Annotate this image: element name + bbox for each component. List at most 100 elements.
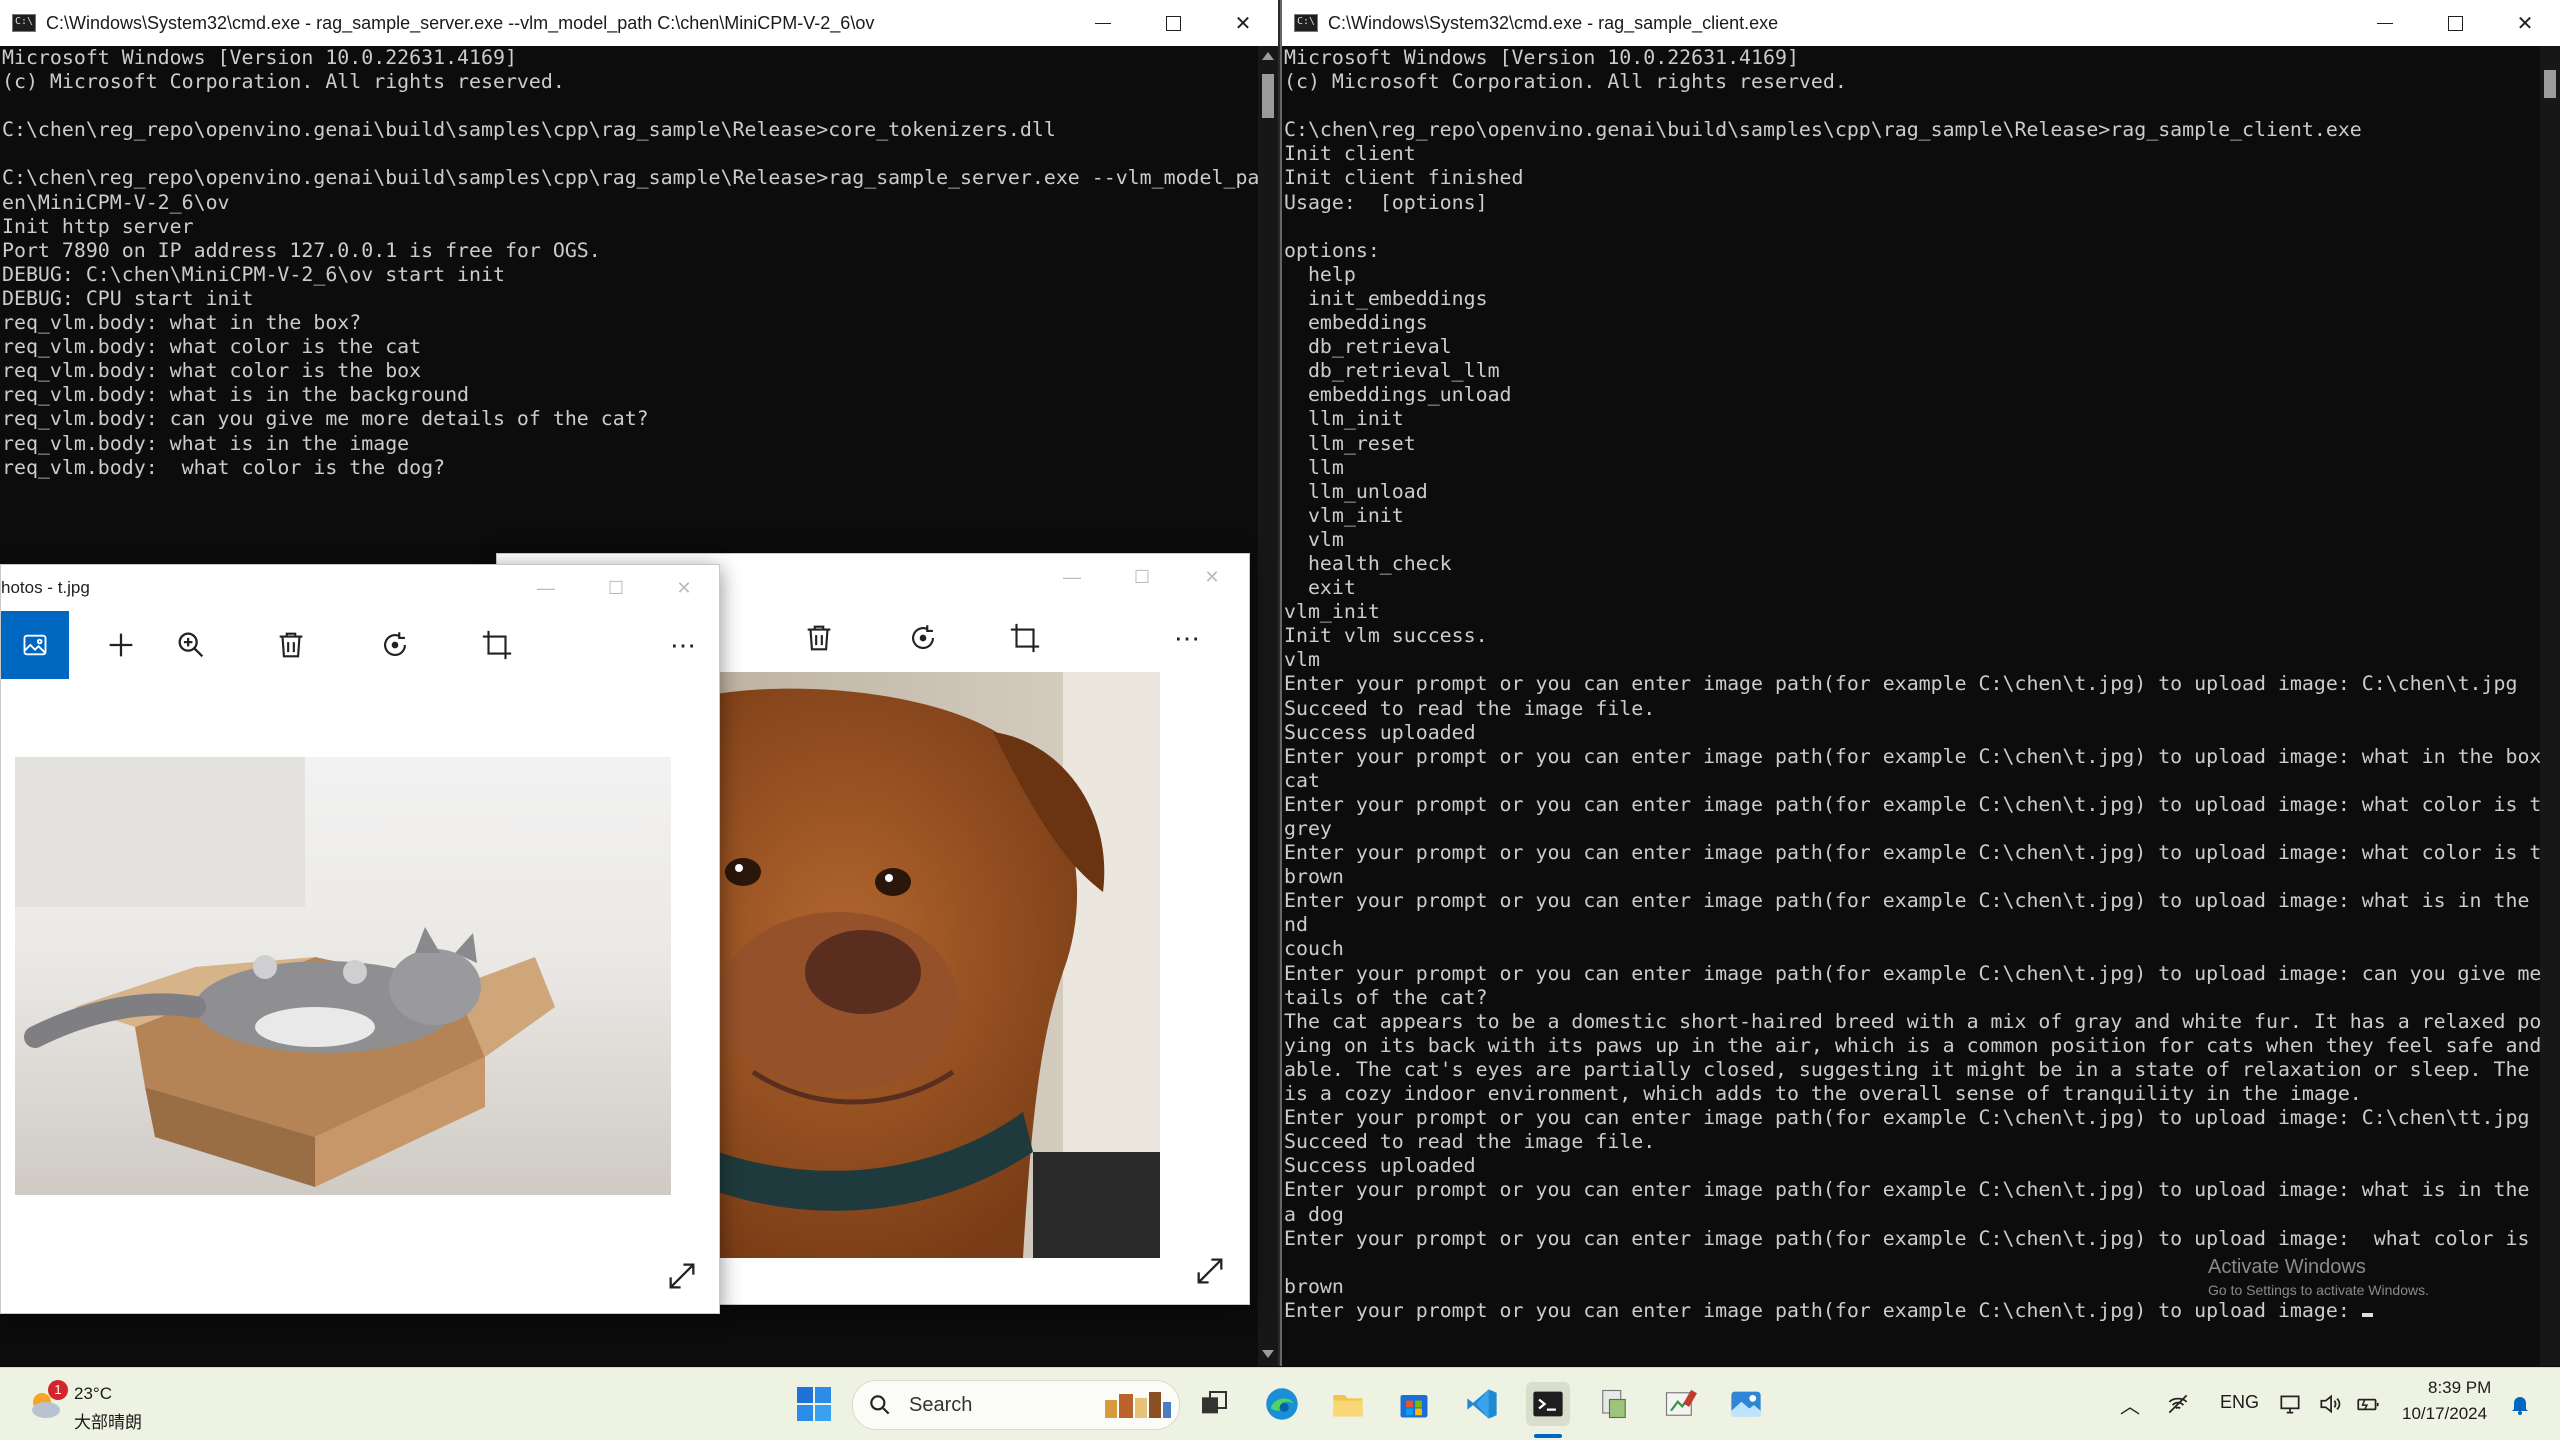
maximize-button[interactable]: ☐ (1107, 554, 1177, 600)
scroll-thumb[interactable] (2544, 70, 2556, 98)
delete-icon[interactable] (265, 619, 317, 671)
client-window-title: C:\Windows\System32\cmd.exe - rag_sample… (1328, 12, 1779, 33)
console-line: is a cozy indoor environment, which adds… (1284, 1082, 2362, 1106)
photos-window-cat[interactable]: hotos - t.jpg — ☐ ✕ ⋯ (0, 564, 720, 1314)
console-line: C:\chen\reg_repo\openvino.genai\build\sa… (2, 118, 1056, 142)
client-console-window[interactable]: C:\ C:\Windows\System32\cmd.exe - rag_sa… (1280, 0, 2560, 1366)
activate-windows-title: Activate Windows (2208, 1256, 2366, 1278)
console-line: Enter your prompt or you can enter image… (1284, 792, 2540, 816)
network-offline-icon[interactable] (2156, 1382, 2200, 1426)
client-console-output[interactable]: Microsoft Windows [Version 10.0.22631.41… (1282, 46, 2540, 1366)
more-options-icon[interactable]: ⋯ (1161, 612, 1213, 664)
task-view-icon[interactable] (1192, 1382, 1236, 1426)
console-line: init_embeddings (1284, 286, 1488, 310)
battery-icon[interactable] (2346, 1382, 2390, 1426)
console-line: Succeed to read the image file. (1284, 696, 1656, 720)
console-line: Port 7890 on IP address 127.0.0.1 is fre… (2, 238, 601, 262)
notification-badge: 1 (48, 1380, 68, 1400)
gallery-button[interactable] (1, 611, 69, 679)
console-line: req_vlm.body: what is in the background (2, 383, 470, 407)
rotate-icon[interactable] (897, 612, 949, 664)
server-scrollbar[interactable] (1258, 46, 1278, 1366)
scroll-up-arrow[interactable] (1262, 52, 1274, 60)
close-button[interactable]: ✕ (1177, 554, 1247, 600)
minimize-button[interactable]: — (511, 565, 581, 611)
search-icon (870, 1395, 890, 1415)
console-line: help (1284, 262, 1356, 286)
close-button[interactable]: ✕ (649, 565, 719, 611)
activate-windows-subtitle[interactable]: Go to Settings to activate Windows. (2208, 1282, 2429, 1298)
console-line: llm_init (1284, 407, 1404, 431)
console-line: embeddings_unload (1284, 383, 1512, 407)
console-line: vlm_init (1284, 503, 1404, 527)
console-line: C:\chen\reg_repo\openvino.genai\build\sa… (1284, 118, 2362, 142)
edge-browser-icon[interactable] (1260, 1382, 1304, 1426)
vscode-icon[interactable] (1460, 1382, 1504, 1426)
paint-icon[interactable] (1658, 1382, 1702, 1426)
taskbar-search-box[interactable]: Search (852, 1380, 1180, 1430)
file-explorer-icon[interactable] (1326, 1382, 1370, 1426)
server-window-title: C:\Windows\System32\cmd.exe - rag_sample… (46, 12, 875, 33)
console-line: Enter your prompt or you can enter image… (1284, 1178, 2540, 1202)
console-line: Init vlm success. (1284, 624, 1488, 648)
cat-photo (15, 757, 671, 1195)
console-line: able. The cat's eyes are partially close… (1284, 1057, 2540, 1081)
console-line: brown (1284, 865, 1344, 889)
server-title-bar[interactable]: C:\ C:\Windows\System32\cmd.exe - rag_sa… (0, 0, 1278, 46)
maximize-button[interactable] (1138, 0, 1208, 46)
client-title-bar[interactable]: C:\ C:\Windows\System32\cmd.exe - rag_sa… (1282, 0, 2560, 46)
crop-icon[interactable] (999, 612, 1051, 664)
start-button[interactable] (792, 1382, 836, 1426)
console-line: req_vlm.body: what color is the cat (2, 335, 422, 359)
crop-icon[interactable] (471, 619, 523, 671)
minimize-button[interactable] (2350, 0, 2420, 46)
terminal-active-indicator (1534, 1434, 1562, 1438)
expand-icon[interactable] (665, 1259, 699, 1293)
expand-icon[interactable] (1193, 1254, 1227, 1288)
console-line: vlm_init (1284, 600, 1380, 624)
add-icon[interactable] (95, 619, 147, 671)
more-options-icon[interactable]: ⋯ (657, 619, 709, 671)
client-scrollbar[interactable] (2540, 46, 2560, 1366)
scroll-thumb[interactable] (1262, 74, 1274, 118)
console-line: Enter your prompt or you can enter image… (1284, 1106, 2530, 1130)
windows-logo-icon (797, 1387, 831, 1421)
show-hidden-icons-chevron-icon[interactable]: ︿ (2108, 1382, 2152, 1426)
console-line: (c) Microsoft Corporation. All rights re… (2, 70, 565, 94)
console-line: llm_unload (1284, 479, 1428, 503)
console-line: exit (1284, 576, 1356, 600)
console-line: db_retrieval_llm (1284, 359, 1500, 383)
scroll-down-arrow[interactable] (1262, 1350, 1274, 1358)
input-language[interactable]: ENG (2220, 1392, 2259, 1413)
console-line: The cat appears to be a domestic short-h… (1284, 1009, 2540, 1033)
close-button[interactable]: ✕ (1208, 0, 1278, 46)
notification-bell-icon[interactable] (2498, 1382, 2542, 1426)
maximize-button[interactable] (2420, 0, 2490, 46)
zoom-in-icon[interactable] (165, 619, 217, 671)
maximize-button[interactable]: ☐ (581, 565, 651, 611)
minimize-button[interactable]: — (1037, 554, 1107, 600)
rotate-icon[interactable] (369, 619, 421, 671)
minimize-button[interactable] (1068, 0, 1138, 46)
close-button[interactable]: ✕ (2490, 0, 2560, 46)
photos-app-icon[interactable] (1724, 1382, 1768, 1426)
console-line: health_check (1284, 551, 1452, 575)
console-line: req_vlm.body: what in the box? (2, 311, 362, 335)
terminal-icon[interactable] (1526, 1382, 1570, 1426)
clock-time[interactable]: 8:39 PM (2428, 1378, 2491, 1398)
delete-icon[interactable] (793, 612, 845, 664)
image-icon (23, 634, 47, 656)
console-line: Success uploaded (1284, 720, 1476, 744)
console-line: options: (1284, 238, 1380, 262)
console-line: Usage: [options] (1284, 190, 1488, 214)
microsoft-store-icon[interactable] (1392, 1382, 1436, 1426)
weather-widget[interactable]: 1 23°C 大部晴朗 (22, 1378, 172, 1432)
console-line: llm (1284, 455, 1344, 479)
installer-icon[interactable] (1592, 1382, 1636, 1426)
screen-icon[interactable] (2268, 1382, 2312, 1426)
console-line: Enter your prompt or you can enter image… (1284, 1299, 2540, 1323)
clock-date[interactable]: 10/17/2024 (2402, 1404, 2487, 1424)
